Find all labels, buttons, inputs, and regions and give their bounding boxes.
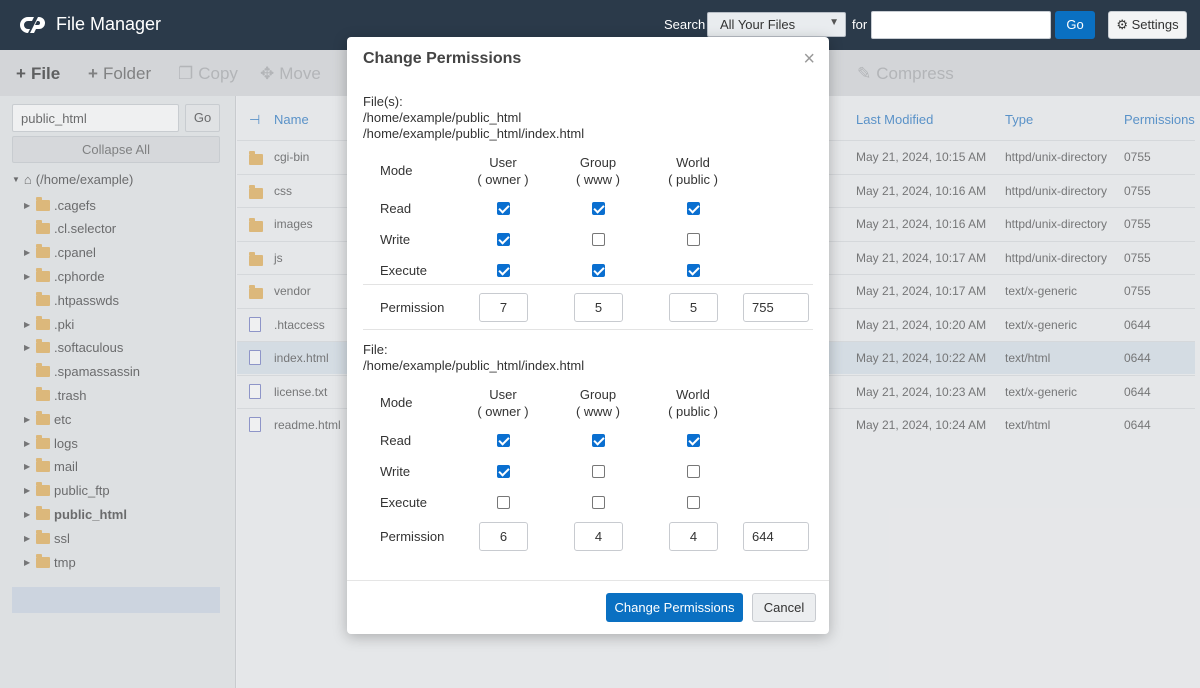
cpanel-logo-icon (20, 17, 45, 33)
group-write-checkbox[interactable] (592, 233, 605, 246)
file-label: File: (363, 342, 388, 357)
user-execute-checkbox[interactable] (497, 264, 510, 277)
group-header: Group ( www ) (562, 386, 634, 420)
permission-label: Permission (380, 529, 445, 544)
user-digit-field[interactable]: 6 (479, 522, 528, 551)
group-execute-checkbox[interactable] (592, 264, 605, 277)
file-path: /home/example/public_html/index.html (363, 358, 585, 373)
group-digit-field[interactable]: 4 (574, 522, 623, 551)
permission-label: Permission (380, 300, 445, 315)
search-label: Search (664, 17, 706, 32)
app-title: File Manager (56, 14, 162, 34)
user-write-checkbox[interactable] (497, 465, 510, 478)
user-sublabel: ( owner ) (477, 172, 529, 187)
dialog-title: Change Permissions (363, 50, 522, 67)
footer-divider (347, 580, 829, 581)
user-header: User ( owner ) (467, 154, 539, 188)
settings-label: Settings (1131, 17, 1179, 32)
world-execute-checkbox[interactable] (687, 496, 700, 509)
close-icon[interactable]: × (803, 48, 815, 71)
world-header: World ( public ) (657, 386, 729, 420)
execute-label: Execute (380, 263, 427, 278)
group-sublabel: ( www ) (575, 404, 621, 419)
execute-label: Execute (380, 495, 427, 510)
user-sublabel: ( owner ) (477, 404, 529, 419)
world-execute-checkbox[interactable] (687, 264, 700, 277)
search-scope-value: All Your Files (720, 17, 796, 32)
group-read-checkbox[interactable] (592, 202, 605, 215)
write-label: Write (380, 232, 411, 247)
divider (363, 284, 813, 285)
search-scope-select[interactable]: All Your Files ▼ (707, 12, 846, 37)
world-sublabel: ( public ) (668, 172, 718, 187)
group-digit-field[interactable]: 5 (574, 293, 623, 322)
group-sublabel: ( www ) (575, 172, 621, 187)
world-write-checkbox[interactable] (687, 465, 700, 478)
group-label: Group (579, 155, 617, 170)
world-write-checkbox[interactable] (687, 233, 700, 246)
octal-field[interactable]: 755 (743, 293, 809, 322)
user-digit-field[interactable]: 7 (479, 293, 528, 322)
world-read-checkbox[interactable] (687, 434, 700, 447)
world-label: World (676, 155, 710, 170)
world-digit-field[interactable]: 5 (669, 293, 718, 322)
user-read-checkbox[interactable] (497, 434, 510, 447)
user-header: User ( owner ) (467, 386, 539, 420)
user-write-checkbox[interactable] (497, 233, 510, 246)
read-label: Read (380, 201, 412, 216)
world-read-checkbox[interactable] (687, 202, 700, 215)
group-write-checkbox[interactable] (592, 465, 605, 478)
read-label: Read (380, 433, 412, 448)
user-read-checkbox[interactable] (497, 202, 510, 215)
world-header: World ( public ) (657, 154, 729, 188)
chevron-down-icon: ▼ (829, 17, 839, 28)
group-read-checkbox[interactable] (592, 434, 605, 447)
user-label: User (489, 387, 517, 402)
divider (363, 329, 813, 330)
change-permissions-dialog: Change Permissions × File(s): /home/exam… (347, 37, 829, 634)
user-label: User (489, 155, 517, 170)
mode-label: Mode (380, 395, 413, 410)
world-label: World (676, 387, 710, 402)
group-header: Group ( www ) (562, 154, 634, 188)
file-path: /home/example/public_html/index.html (363, 126, 585, 141)
world-digit-field[interactable]: 4 (669, 522, 718, 551)
octal-field[interactable]: 644 (743, 522, 809, 551)
file-path: /home/example/public_html (363, 110, 522, 125)
mode-label: Mode (380, 163, 413, 178)
cancel-button[interactable]: Cancel (752, 593, 816, 622)
group-execute-checkbox[interactable] (592, 496, 605, 509)
group-label: Group (579, 387, 617, 402)
write-label: Write (380, 464, 411, 479)
search-input[interactable] (871, 11, 1051, 39)
for-label: for (852, 17, 868, 32)
change-permissions-button[interactable]: Change Permissions (606, 593, 743, 622)
user-execute-checkbox[interactable] (497, 496, 510, 509)
settings-button[interactable]: ⚙ Settings (1108, 11, 1187, 39)
world-sublabel: ( public ) (668, 404, 718, 419)
gear-icon: ⚙ (1116, 17, 1129, 32)
search-go-button[interactable]: Go (1055, 11, 1095, 39)
files-label: File(s): (363, 94, 403, 109)
